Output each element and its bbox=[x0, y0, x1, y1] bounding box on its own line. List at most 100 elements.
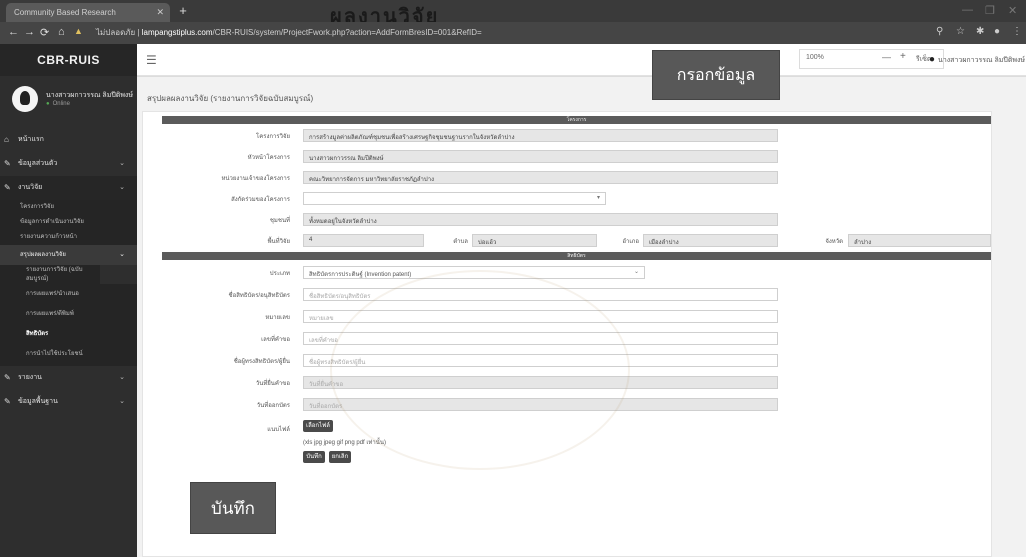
zoom-in-button[interactable]: + bbox=[900, 51, 906, 62]
chevron-down-icon: ⌄ bbox=[633, 269, 639, 275]
zoom-out-button[interactable]: — bbox=[882, 52, 891, 62]
patent-type-label: ประเภท bbox=[269, 271, 290, 277]
owner-label: ชื่อผู้ทรงสิทธิบัตร/ผู้ยื่น bbox=[233, 359, 290, 365]
home-nav-icon[interactable]: ⌂ bbox=[58, 26, 65, 38]
user-panel: นางสาวผกาวรรณ ลิมปีติพงษ์ Online bbox=[0, 76, 137, 128]
sidebar-subitem-label: สรุปผลผลงานวิจัย bbox=[20, 252, 66, 258]
agency-label: หน่วยงานเจ้าของโครงการ bbox=[221, 176, 290, 182]
user-status: Online bbox=[46, 101, 70, 107]
warning-icon: ▲ bbox=[74, 26, 83, 36]
edit-icon: ✎ bbox=[4, 373, 11, 382]
back-icon[interactable]: ← bbox=[8, 26, 19, 38]
chevron-down-icon: ⌄ bbox=[119, 184, 125, 191]
sidebar-subitem[interactable]: โครงการวิจัย bbox=[0, 200, 137, 215]
subdistrict-field: บ่อแฮ้ว bbox=[472, 234, 597, 247]
zoom-value: 100% bbox=[806, 54, 824, 61]
profile-icon[interactable]: ● bbox=[994, 26, 1000, 37]
leader-label: หัวหน้าโครงการ bbox=[247, 155, 290, 161]
url-host: lampangstiplus.com bbox=[141, 28, 213, 37]
patent-name-input[interactable]: ชื่อสิทธิบัตร/อนุสิทธิบัตร bbox=[303, 288, 778, 301]
file-date-label: วันที่ยื่นคำขอ bbox=[255, 381, 290, 387]
agency-field: คณะวิทยาการจัดการ มหาวิทยาลัยราชภัฏลำปาง bbox=[303, 171, 778, 184]
save-button[interactable]: บันทึก bbox=[303, 451, 325, 463]
sidebar-subitem[interactable]: รายงานการวิจัย (ฉบับสมบูรณ์) bbox=[0, 265, 100, 284]
area-label: ชุมชนที่ bbox=[269, 218, 290, 224]
hamburger-icon[interactable]: ☰ bbox=[146, 53, 157, 67]
star-icon[interactable]: ☆ bbox=[956, 26, 965, 37]
sidebar-item-label: งานวิจัย bbox=[18, 184, 43, 191]
file-date-input[interactable]: วันที่ยื่นคำขอ bbox=[303, 376, 778, 389]
brand-logo: CBR-RUIS bbox=[0, 44, 137, 76]
location-label: พื้นที่วิจัย bbox=[267, 239, 290, 245]
tab-strip: Community Based Research ✕ + ผลงานวิจัย … bbox=[0, 0, 1026, 28]
home-icon: ⌂ bbox=[4, 135, 9, 144]
project-name-label: โครงการวิจัย bbox=[255, 134, 290, 140]
url-path: /CBR-RUIS/system/ProjectFwork.php?action… bbox=[212, 28, 482, 37]
fill-data-callout: กรอกข้อมูล bbox=[652, 50, 780, 100]
sidebar-subitem[interactable]: รายงานความก้าวหน้า bbox=[0, 230, 137, 245]
sidebar-item-basedata[interactable]: ✎ ข้อมูลพื้นฐาน ⌄ bbox=[0, 390, 137, 414]
sidebar-item-research[interactable]: ✎ งานวิจัย ⌄ bbox=[0, 176, 137, 200]
close-window-icon[interactable]: ✕ bbox=[1008, 4, 1017, 17]
patent-section-header: สิทธิบัตร bbox=[162, 252, 991, 260]
edit-icon: ✎ bbox=[4, 397, 11, 406]
project-name-field: การสร้างมูลค่าผลิตภัณฑ์ชุมชนเพื่อสร้างเศ… bbox=[303, 129, 778, 142]
sidebar-item-label: หน้าแรก bbox=[18, 136, 44, 143]
request-no-label: เลขที่คำขอ bbox=[261, 337, 290, 343]
top-bar: ☰ 100% — + รีเซ็ต นางสาวผกาวรรณ ลิมปีติพ… bbox=[137, 44, 1026, 76]
district-field: เมืองลำปาง bbox=[643, 234, 778, 247]
browser-tab[interactable]: Community Based Research ✕ bbox=[6, 3, 170, 22]
url-security: ไม่ปลอดภัย bbox=[96, 28, 136, 37]
puzzle-icon[interactable]: ✱ bbox=[976, 26, 984, 37]
menu-icon[interactable]: ⋮ bbox=[1012, 26, 1022, 37]
patent-number-label: หมายเลข bbox=[265, 315, 290, 321]
patent-name-label: ชื่อสิทธิบัตร/อนุสิทธิบัตร bbox=[228, 293, 290, 299]
browser-window: Community Based Research ✕ + ผลงานวิจัย … bbox=[0, 0, 1026, 557]
attach-label: แนบไฟล์ bbox=[267, 427, 290, 433]
grant-date-input[interactable]: วันที่ออกบัตร bbox=[303, 398, 778, 411]
chevron-down-icon: ⌄ bbox=[119, 398, 125, 405]
request-no-input[interactable]: เลขที่คำขอ bbox=[303, 332, 778, 345]
close-icon[interactable]: ✕ bbox=[156, 7, 164, 18]
tab-title: Community Based Research bbox=[14, 8, 116, 17]
url-field[interactable]: ไม่ปลอดภัย | lampangstiplus.com/CBR-RUIS… bbox=[96, 26, 482, 39]
sidebar-item-label: ข้อมูลพื้นฐาน bbox=[18, 398, 58, 405]
district-label: อำเภอ bbox=[622, 239, 639, 245]
sidebar-item-label: ข้อมูลส่วนตัว bbox=[18, 160, 58, 167]
sidebar-subitem[interactable]: การนำไปใช้ประโยชน์ bbox=[0, 344, 137, 366]
sidebar-item-home[interactable]: ⌂ หน้าแรก bbox=[0, 128, 137, 152]
patent-type-select[interactable]: สิทธิบัตรการประดิษฐ์ (Invention patent) … bbox=[303, 266, 645, 279]
sidebar-item-profile[interactable]: ✎ ข้อมูลส่วนตัว ⌄ bbox=[0, 152, 137, 176]
user-name: นางสาวผกาวรรณ ลิมปีติพงษ์ bbox=[46, 92, 133, 99]
edit-icon: ✎ bbox=[4, 183, 11, 192]
sidebar-subitem-patent[interactable]: สิทธิบัตร bbox=[0, 324, 137, 344]
coowner-select[interactable]: ▾ bbox=[303, 192, 606, 205]
extension-icon[interactable]: ⚲ bbox=[936, 26, 943, 37]
chevron-down-icon: ▾ bbox=[596, 195, 600, 201]
village-no-field: 4 bbox=[303, 234, 424, 247]
cancel-button[interactable]: ยกเลิก bbox=[329, 451, 351, 463]
patent-type-value: สิทธิบัตรการประดิษฐ์ (Invention patent) bbox=[309, 272, 412, 278]
sidebar-subitem[interactable]: ข้อมูลการดำเนินงานวิจัย bbox=[0, 215, 137, 230]
sidebar-subitem[interactable]: การเผยแพร่/นำเสนอ bbox=[0, 284, 137, 304]
choose-file-button[interactable]: เลือกไฟล์ bbox=[303, 420, 333, 432]
file-types-hint: (xls jpg jpeg gif png pdf เท่านั้น) bbox=[303, 440, 386, 446]
new-tab-icon[interactable]: + bbox=[176, 4, 190, 18]
reload-icon[interactable]: ⟳ bbox=[40, 26, 49, 39]
coowner-label: สังกัดร่วมของโครงการ bbox=[231, 197, 290, 203]
top-user-menu[interactable]: นางสาวผกาวรรณ ลิมปีติพงษ์ bbox=[929, 54, 1025, 66]
page-title: สรุปผลผลงานวิจัย (รายงานการวิจัยฉบับสมบู… bbox=[147, 94, 314, 103]
patent-number-input[interactable]: หมายเลข bbox=[303, 310, 778, 323]
address-bar: ← → ⟳ ⌂ ▲ ไม่ปลอดภัย | lampangstiplus.co… bbox=[0, 22, 1026, 44]
owner-input[interactable]: ชื่อผู้ทรงสิทธิบัตร/ผู้ยื่น bbox=[303, 354, 778, 367]
sidebar-subitem[interactable]: การเผยแพร่/ตีพิมพ์ bbox=[0, 304, 137, 324]
maximize-icon[interactable]: ❐ bbox=[985, 4, 995, 17]
avatar bbox=[12, 86, 38, 112]
sidebar-subitem-results[interactable]: สรุปผลผลงานวิจัย ⌄ bbox=[0, 245, 137, 265]
save-callout: บันทึก bbox=[190, 482, 276, 534]
sidebar-item-report[interactable]: ✎ รายงาน ⌄ bbox=[0, 366, 137, 390]
forward-icon[interactable]: → bbox=[24, 26, 35, 38]
project-section-header: โครงการ bbox=[162, 116, 991, 124]
minimize-icon[interactable]: — bbox=[962, 4, 973, 16]
area-field: ทั้งหมดอยู่ในจังหวัดลำปาง bbox=[303, 213, 778, 226]
